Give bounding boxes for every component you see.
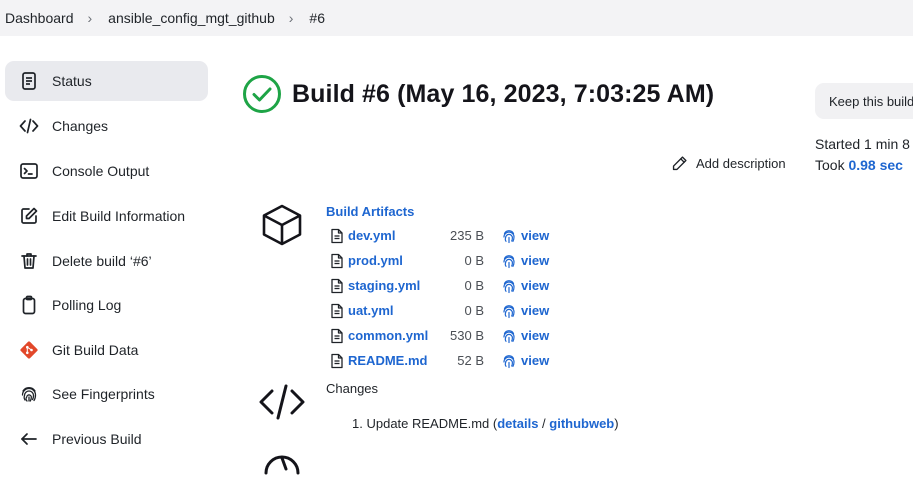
took-label: Took — [815, 157, 845, 173]
artifact-file-link[interactable]: uat.yml — [348, 303, 394, 318]
artifact-row: README.md 52 B view — [330, 351, 560, 371]
build-duration: Took 0.98 sec — [815, 157, 903, 173]
sidebar-item-label: Changes — [52, 118, 109, 134]
breadcrumb-dashboard[interactable]: Dashboard — [0, 10, 80, 26]
fingerprint-icon[interactable] — [502, 278, 516, 294]
artifact-view-link[interactable]: view — [521, 228, 549, 243]
git-icon — [18, 339, 40, 361]
close-paren: ) — [614, 416, 619, 431]
sidebar-item-delete-build[interactable]: Delete build ‘#6’ — [5, 241, 208, 281]
breadcrumb-job[interactable]: ansible_config_mgt_github — [102, 10, 281, 26]
sidebar-item-edit-build-information[interactable]: Edit Build Information — [5, 196, 208, 236]
change-list-item: 1. Update README.md (details / githubweb… — [352, 416, 619, 431]
page-title: Build #6 (May 16, 2023, 7:03:25 AM) — [292, 79, 715, 108]
artifact-view-link[interactable]: view — [521, 303, 549, 318]
sidebar-item-label: Edit Build Information — [52, 208, 186, 224]
artifact-size: 0 B — [464, 278, 484, 293]
sidebar-item-label: Git Build Data — [52, 342, 139, 358]
fingerprint-icon[interactable] — [502, 253, 516, 269]
sidebar-item-see-fingerprints[interactable]: See Fingerprints — [5, 374, 208, 414]
fingerprint-icon[interactable] — [502, 303, 516, 319]
sidebar-item-label: Previous Build — [52, 431, 142, 447]
artifact-view-link[interactable]: view — [521, 253, 549, 268]
artifact-row: prod.yml 0 B view — [330, 251, 560, 271]
file-icon — [330, 278, 344, 294]
fingerprint-icon[interactable] — [502, 328, 516, 344]
status-icon — [18, 70, 40, 92]
pencil-icon — [672, 156, 687, 171]
artifact-view-link[interactable]: view — [521, 278, 549, 293]
file-icon — [330, 353, 344, 369]
sidebar-item-git-build-data[interactable]: Git Build Data — [5, 330, 208, 370]
link-separator: / — [538, 416, 550, 431]
sidebar-item-polling-log[interactable]: Polling Log — [5, 285, 208, 325]
clipboard-icon — [18, 294, 40, 316]
trash-icon — [18, 250, 40, 272]
sidebar-item-label: Status — [52, 73, 92, 89]
artifact-file-link[interactable]: README.md — [348, 353, 427, 368]
fingerprint-icon — [18, 383, 40, 405]
success-check-icon — [243, 75, 281, 113]
build-artifacts-link[interactable]: Build Artifacts — [326, 204, 414, 219]
details-link[interactable]: details — [497, 416, 538, 431]
artifact-row: dev.yml 235 B view — [330, 226, 560, 246]
artifact-file-link[interactable]: dev.yml — [348, 228, 395, 243]
add-description-label: Add description — [696, 156, 786, 171]
githubweb-link[interactable]: githubweb — [549, 416, 614, 431]
artifact-size: 52 B — [457, 353, 484, 368]
fingerprint-icon[interactable] — [502, 228, 516, 244]
change-message: Update README.md ( — [366, 416, 498, 431]
file-icon — [330, 253, 344, 269]
sidebar-item-label: See Fingerprints — [52, 386, 155, 402]
keep-build-button[interactable]: Keep this build forever — [815, 83, 913, 119]
add-description-button[interactable]: Add description — [671, 155, 786, 172]
artifact-file-link[interactable]: common.yml — [348, 328, 428, 343]
duration-link[interactable]: 0.98 sec — [848, 157, 903, 173]
chevron-right-icon: › — [288, 10, 294, 26]
artifact-file-link[interactable]: staging.yml — [348, 278, 420, 293]
sidebar-item-status[interactable]: Status — [5, 61, 208, 101]
change-number: 1. — [352, 416, 363, 431]
build-header: Build #6 (May 16, 2023, 7:03:25 AM) — [242, 74, 714, 114]
file-icon — [330, 228, 344, 244]
chevron-right-icon: › — [87, 10, 93, 26]
changes-heading: Changes — [326, 381, 379, 396]
file-icon — [330, 328, 344, 344]
code-icon — [259, 384, 305, 420]
artifact-size: 530 B — [450, 328, 484, 343]
sidebar-item-label: Polling Log — [52, 297, 122, 313]
fingerprint-icon[interactable] — [502, 353, 516, 369]
artifact-view-link[interactable]: view — [521, 328, 549, 343]
sidebar-item-changes[interactable]: Changes — [5, 106, 208, 146]
artifact-row: staging.yml 0 B view — [330, 276, 560, 296]
sidebar-item-console-output[interactable]: Console Output — [5, 151, 208, 191]
sidebar-item-label: Delete build ‘#6’ — [52, 253, 152, 269]
edit-icon — [18, 205, 40, 227]
sidebar-item-label: Console Output — [52, 163, 150, 179]
artifact-size: 235 B — [450, 228, 484, 243]
artifact-size: 0 B — [464, 253, 484, 268]
breadcrumb-build[interactable]: #6 — [303, 10, 331, 26]
artifact-size: 0 B — [464, 303, 484, 318]
sidebar-item-previous-build[interactable]: Previous Build — [5, 419, 208, 459]
code-icon — [18, 115, 40, 137]
dependency-icon — [264, 455, 300, 475]
breadcrumb: Dashboard › ansible_config_mgt_github › … — [0, 0, 913, 36]
terminal-icon — [18, 160, 40, 182]
file-icon — [330, 303, 344, 319]
artifact-row: common.yml 530 B view — [330, 326, 560, 346]
started-time: Started 1 min 8 — [815, 136, 910, 152]
arrow-left-icon — [18, 428, 40, 450]
package-icon — [262, 204, 302, 246]
artifact-row: uat.yml 0 B view — [330, 301, 560, 321]
artifact-file-link[interactable]: prod.yml — [348, 253, 403, 268]
artifact-view-link[interactable]: view — [521, 353, 549, 368]
